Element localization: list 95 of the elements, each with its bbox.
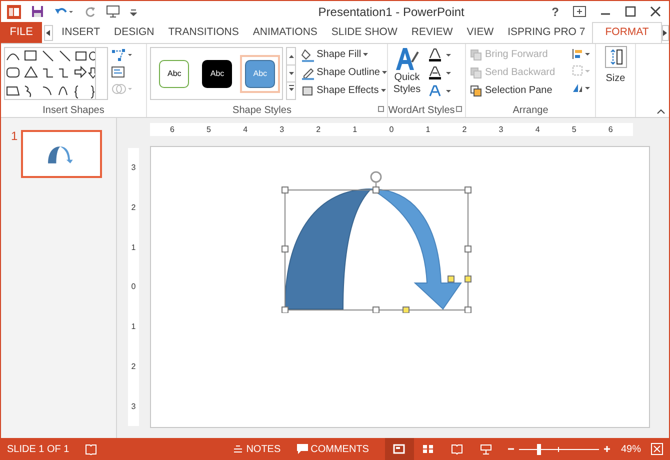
view-button[interactable] bbox=[384, 438, 414, 460]
group-label: Insert Shapes bbox=[42, 105, 104, 116]
size-icon bbox=[604, 46, 626, 68]
close-icon[interactable] bbox=[650, 6, 661, 17]
tab[interactable]: VIEW bbox=[460, 22, 501, 43]
app-logo-icon bbox=[7, 4, 21, 18]
command-button[interactable]: Shape Outline bbox=[300, 65, 387, 80]
edit-shape-icon[interactable] bbox=[111, 48, 133, 62]
ruler-number: 0 bbox=[389, 124, 394, 136]
scroll-left-icon[interactable] bbox=[46, 30, 50, 36]
caret-icon bbox=[382, 70, 387, 74]
slideshow-icon[interactable] bbox=[106, 5, 120, 18]
view-icon bbox=[480, 444, 492, 454]
help-button[interactable]: ? bbox=[552, 2, 559, 20]
ruler-number: 1 bbox=[426, 124, 430, 136]
dialog-launcher-icon[interactable] bbox=[456, 106, 462, 112]
ruler-number: 5 bbox=[206, 124, 211, 136]
ruler-number: 2 bbox=[462, 124, 467, 136]
ruler-number: 3 bbox=[131, 163, 136, 172]
view-icon bbox=[451, 444, 464, 454]
arrange-command-button: Send Backward bbox=[470, 65, 572, 80]
align-icon[interactable] bbox=[572, 48, 590, 60]
shape-style-button[interactable]: Abc bbox=[159, 60, 190, 88]
merge-shapes-icon bbox=[111, 82, 133, 96]
shape-gallery[interactable] bbox=[4, 47, 108, 100]
notes-icon bbox=[233, 444, 244, 454]
group-icon bbox=[572, 65, 590, 77]
collapse-ribbon-icon[interactable] bbox=[657, 109, 665, 114]
ruler-number: 6 bbox=[608, 124, 613, 136]
arrange-icon bbox=[470, 48, 482, 60]
tab[interactable]: FORMAT bbox=[592, 22, 662, 43]
comments-icon bbox=[296, 444, 308, 454]
customize-icon[interactable] bbox=[130, 8, 137, 16]
shape-style-button[interactable]: Abc bbox=[202, 60, 232, 88]
ruler-number: 1 bbox=[131, 322, 136, 332]
view-icon bbox=[393, 444, 406, 454]
tab[interactable]: ANIMATIONS bbox=[246, 22, 324, 43]
text-fill-icon[interactable] bbox=[428, 48, 454, 62]
slide-indicator: SLIDE 1 OF 1 bbox=[7, 442, 70, 456]
zoom-percent[interactable]: 49% bbox=[620, 442, 641, 456]
tab[interactable]: INSERT bbox=[54, 22, 107, 43]
tab[interactable]: DESIGN bbox=[107, 22, 162, 43]
ruler-number: 3 bbox=[280, 124, 284, 136]
comments-button[interactable]: COMMENTS bbox=[296, 442, 369, 456]
quick-styles-button[interactable]: Quick Styles bbox=[388, 44, 426, 103]
wordart-icon bbox=[394, 46, 420, 72]
command-button[interactable]: Shape Fill bbox=[300, 47, 387, 62]
tab[interactable]: ISPRING PRO 7 bbox=[500, 22, 592, 43]
text-box-icon[interactable] bbox=[111, 65, 125, 79]
notes-button[interactable]: NOTES bbox=[233, 442, 281, 456]
text-effects-icon[interactable] bbox=[428, 84, 454, 98]
ribbon-display-icon[interactable] bbox=[573, 6, 586, 17]
ruler-number: 2 bbox=[131, 362, 136, 371]
group-label: Arrange bbox=[512, 105, 548, 116]
ruler-number: 3 bbox=[498, 124, 504, 136]
ruler-number: 4 bbox=[535, 124, 540, 136]
ruler-number: 6 bbox=[170, 124, 174, 136]
zoom-slider[interactable] bbox=[518, 444, 599, 454]
maximize-icon[interactable] bbox=[625, 6, 636, 17]
redo-icon[interactable] bbox=[84, 6, 96, 18]
command-icon bbox=[300, 84, 315, 98]
window-title: Presentation1 - PowerPoint bbox=[317, 4, 466, 20]
slide-number: 1 bbox=[11, 130, 18, 142]
arrange-icon bbox=[470, 84, 482, 96]
zoom-in-button[interactable] bbox=[602, 445, 611, 453]
arrange-icon bbox=[470, 66, 482, 78]
ruler-number: 4 bbox=[243, 124, 248, 136]
view-icon bbox=[422, 444, 434, 454]
size-button[interactable]: Size bbox=[596, 44, 635, 117]
ruler-number: 0 bbox=[131, 282, 136, 292]
group-label: Shape Styles bbox=[232, 105, 292, 116]
save-icon[interactable] bbox=[31, 5, 44, 18]
group-label: WordArt Styles bbox=[388, 105, 455, 116]
arrange-command-button[interactable]: Selection Pane bbox=[470, 83, 572, 98]
text-outline-icon[interactable] bbox=[428, 66, 454, 80]
command-button[interactable]: Shape Effects bbox=[300, 83, 387, 98]
caret-icon bbox=[380, 88, 386, 92]
fit-slide-icon[interactable] bbox=[651, 443, 663, 455]
tab[interactable]: TRANSITIONS bbox=[161, 22, 246, 43]
tab[interactable]: SLIDE SHOW bbox=[324, 22, 404, 43]
command-icon bbox=[300, 66, 315, 80]
ruler-number: 2 bbox=[316, 124, 321, 136]
ruler-number: 1 bbox=[352, 124, 358, 136]
caret-icon bbox=[363, 52, 368, 56]
command-icon bbox=[300, 48, 315, 62]
ruler-number: 2 bbox=[131, 203, 136, 212]
ruler-number: 5 bbox=[572, 124, 576, 136]
ruler-number: 1 bbox=[131, 242, 136, 252]
tab[interactable]: REVIEW bbox=[404, 22, 460, 43]
arrange-command-button: Bring Forward bbox=[470, 47, 572, 62]
rotate-icon[interactable] bbox=[572, 82, 590, 94]
file-tab[interactable]: FILE bbox=[1, 22, 42, 43]
slide-thumbnail[interactable] bbox=[20, 130, 102, 178]
ruler-number: 3 bbox=[131, 402, 136, 411]
dialog-launcher-icon[interactable] bbox=[378, 106, 384, 112]
